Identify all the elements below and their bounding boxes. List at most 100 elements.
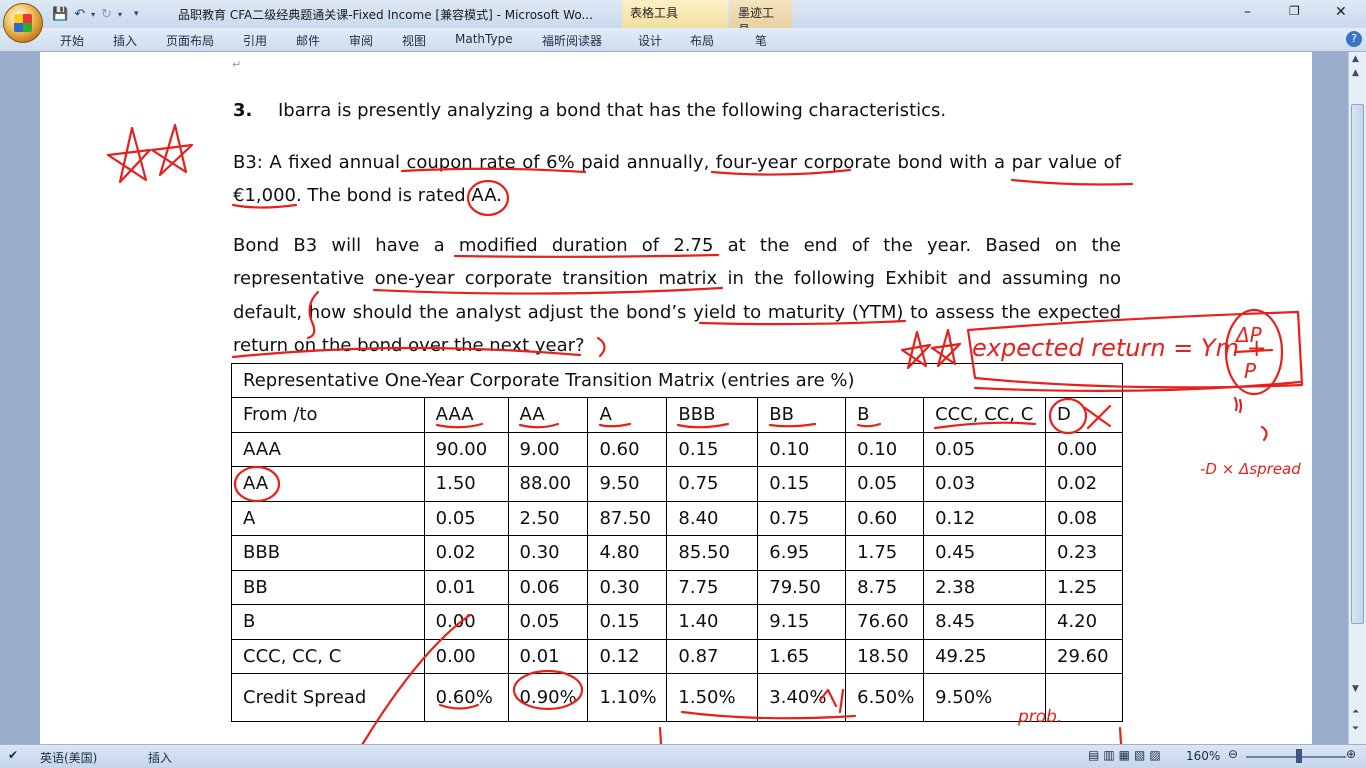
- restore-button[interactable]: ❐: [1289, 4, 1300, 18]
- table-cell: 9.15: [757, 604, 847, 640]
- table-cell: 1.50: [423, 466, 509, 502]
- header-cell: AAA: [423, 397, 509, 433]
- tab-home[interactable]: 开始: [60, 32, 84, 49]
- table-cell: 0.30: [507, 535, 589, 571]
- close-button[interactable]: ✕: [1335, 4, 1347, 20]
- table-cell: 0.10: [845, 431, 925, 467]
- table-cell: 1.65: [757, 638, 847, 674]
- table-cell: 0.00: [423, 638, 509, 674]
- table-cell: 0.90%: [507, 673, 589, 722]
- language-status[interactable]: 英语(美国): [40, 749, 97, 766]
- tab-insert[interactable]: 插入: [113, 32, 137, 49]
- tab-mailings[interactable]: 邮件: [296, 32, 320, 49]
- table-cell: 87.50: [587, 500, 668, 536]
- zoom-in-icon[interactable]: ⊕: [1346, 747, 1356, 761]
- table-cell: 49.25: [923, 638, 1046, 674]
- help-icon[interactable]: ?: [1346, 31, 1362, 47]
- paragraph-bond-line2: representative one-year corporate transi…: [233, 268, 1121, 289]
- office-button[interactable]: [3, 3, 43, 43]
- header-cell: D: [1045, 397, 1123, 433]
- table-cell: [1045, 673, 1123, 722]
- window-title: 品职教育 CFA二级经典题通关课-Fixed Income [兼容模式] - M…: [178, 8, 593, 22]
- tab-references[interactable]: 引用: [243, 32, 267, 49]
- tab-design[interactable]: 设计: [638, 32, 662, 49]
- view-buttons-icon[interactable]: ▤▥▦▧▨: [1088, 748, 1165, 762]
- table-cell: 0.75: [757, 500, 847, 536]
- zoom-out-icon[interactable]: ⊖: [1228, 747, 1238, 761]
- tab-layout[interactable]: 布局: [690, 32, 714, 49]
- table-row: A 0.05 2.50 87.50 8.40 0.75 0.60 0.12 0.08: [231, 500, 1123, 536]
- office-logo-icon: [14, 14, 32, 32]
- status-bar: ✔ 英语(美国) 插入 ▤▥▦▧▨ 160% ⊖ ⊕: [0, 744, 1366, 768]
- table-cell: 0.75: [666, 466, 759, 502]
- spellcheck-icon[interactable]: ✔: [8, 748, 18, 762]
- paragraph-bond-line4: return on the bond over the next year?: [233, 335, 585, 356]
- table-cell: 6.95: [757, 535, 847, 571]
- table-cell: 8.75: [845, 569, 925, 605]
- tab-view[interactable]: 视图: [402, 32, 426, 49]
- table-cell: 0.15: [757, 466, 847, 502]
- row-label: AAA: [231, 431, 425, 467]
- table-cell: 2.50: [507, 500, 589, 536]
- undo-dropdown-icon[interactable]: ▾: [91, 10, 95, 19]
- zoom-slider-thumb[interactable]: [1296, 749, 1302, 763]
- paragraph-b3-line1: B3: A fixed annual coupon rate of 6% pai…: [233, 152, 1121, 173]
- table-cell: 9.50%: [923, 673, 1046, 722]
- minimize-button[interactable]: –: [1244, 4, 1251, 20]
- table-header-row: From /to AAA AA A BBB BB B CCC, CC, C D: [231, 397, 1123, 433]
- redo-icon[interactable]: ↻: [101, 7, 112, 22]
- table-cell: 18.50: [845, 638, 925, 674]
- scroll-up-page-icon[interactable]: ▲: [1352, 68, 1359, 78]
- prev-page-icon[interactable]: ⏶: [1352, 707, 1359, 717]
- header-cell: BB: [757, 397, 847, 433]
- table-cell: 0.60: [845, 500, 925, 536]
- redo-dropdown-icon[interactable]: ▾: [118, 10, 122, 19]
- header-cell: From /to: [231, 397, 425, 433]
- paragraph-bond-line1: Bond B3 will have a modified duration of…: [233, 235, 1121, 256]
- customize-qat-icon[interactable]: ▾: [134, 9, 139, 19]
- table-cell: 0.60: [587, 431, 668, 467]
- table-cell: 1.75: [845, 535, 925, 571]
- row-label: AA: [231, 466, 425, 502]
- question-number: 3.: [233, 100, 253, 121]
- table-cell: 6.50%: [845, 673, 925, 722]
- table-cell: 29.60: [1045, 638, 1123, 674]
- tab-page-layout[interactable]: 页面布局: [166, 32, 214, 49]
- table-cell: 0.05: [845, 466, 925, 502]
- table-row: AAA 90.00 9.00 0.60 0.15 0.10 0.10 0.05 0.00: [231, 431, 1123, 467]
- tab-review[interactable]: 审阅: [349, 32, 373, 49]
- table-cell: 0.15: [666, 431, 759, 467]
- table-cell: 0.05: [507, 604, 589, 640]
- table-cell: 0.03: [923, 466, 1046, 502]
- next-page-icon[interactable]: ⏷: [1352, 724, 1359, 734]
- insert-mode-status[interactable]: 插入: [148, 749, 172, 766]
- table-cell: 0.10: [757, 431, 847, 467]
- header-cell: A: [587, 397, 668, 433]
- row-label: A: [231, 500, 425, 536]
- table-cell: 1.50%: [666, 673, 759, 722]
- table-cell: 0.01: [423, 569, 509, 605]
- table-cell: 0.12: [587, 638, 668, 674]
- tab-foxit-reader[interactable]: 福昕阅读器: [542, 32, 602, 49]
- scroll-down-icon[interactable]: ▼: [1352, 684, 1359, 694]
- table-cell: 88.00: [507, 466, 589, 502]
- table-cell: 8.45: [923, 604, 1046, 640]
- undo-icon[interactable]: ↶: [74, 7, 85, 22]
- table-cell: 0.05: [923, 431, 1046, 467]
- header-cell: B: [845, 397, 925, 433]
- zoom-level[interactable]: 160%: [1186, 749, 1220, 763]
- tab-mathtype[interactable]: MathType: [455, 32, 513, 46]
- quick-access-toolbar: 💾 ↶ ▾ ↻ ▾ ▾: [52, 4, 139, 24]
- header-cell: CCC, CC, C: [923, 397, 1046, 433]
- vertical-scrollbar[interactable]: ▲ ▲ ▼ ⏶ ⏷: [1348, 52, 1366, 744]
- transition-matrix-table: Representative One-Year Corporate Transi…: [231, 363, 1123, 722]
- row-label: B: [231, 604, 425, 640]
- table-cell: 0.06: [507, 569, 589, 605]
- save-icon[interactable]: 💾: [52, 7, 68, 22]
- tab-pen[interactable]: 笔: [755, 32, 767, 49]
- table-cell: 4.80: [587, 535, 668, 571]
- scroll-thumb[interactable]: [1351, 104, 1364, 624]
- table-cell: 1.25: [1045, 569, 1123, 605]
- scroll-up-icon[interactable]: ▲: [1352, 54, 1359, 64]
- table-cell: 0.00: [423, 604, 509, 640]
